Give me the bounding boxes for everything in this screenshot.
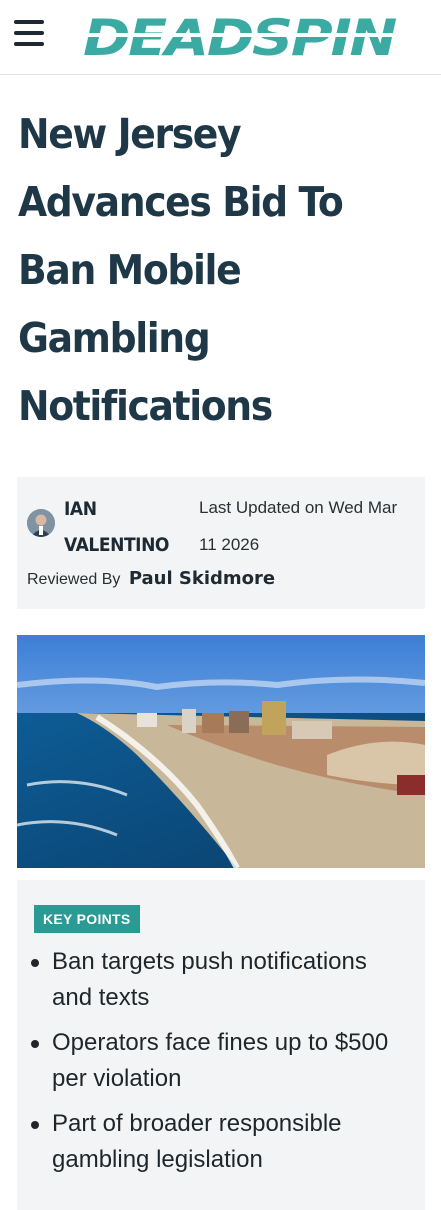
article-headline: New Jersey Advances Bid To Ban Mobile Ga… [18, 110, 344, 430]
menu-bar-bottom [14, 42, 44, 46]
reviewer-name-link[interactable]: Paul Skidmore [129, 568, 275, 589]
logo-text: DEADSPIN [83, 10, 396, 66]
reviewed-by-line: Reviewed By Paul Skidmore [27, 568, 275, 589]
author-avatar[interactable] [27, 509, 55, 537]
top-navigation-bar: DEADSPIN [0, 0, 441, 75]
avatar-image [27, 509, 55, 537]
deadspin-logo[interactable]: DEADSPIN [80, 10, 398, 66]
reviewed-by-label: Reviewed By [27, 571, 121, 588]
hamburger-menu-icon[interactable] [14, 20, 46, 50]
key-point-item: Ban targets push notifications and texts [17, 944, 397, 1016]
author-name-link[interactable]: IAN VALENTINO [64, 491, 181, 563]
menu-bar-middle [14, 31, 44, 35]
key-points-list: Ban targets push notifications and texts… [17, 944, 397, 1187]
hero-image [17, 635, 425, 868]
key-point-item: Part of broader responsible gambling leg… [17, 1106, 397, 1178]
menu-bar-top [14, 20, 44, 24]
byline-panel: IAN VALENTINO Last Updated on Wed Mar 11… [17, 477, 425, 609]
key-points-panel: KEY POINTS Ban targets push notification… [17, 880, 425, 1210]
key-points-badge: KEY POINTS [34, 905, 140, 933]
logo-stripe [84, 33, 394, 37]
last-updated-date: Last Updated on Wed Mar 11 2026 [199, 498, 398, 554]
key-point-item: Operators face fines up to $500 per viol… [17, 1025, 397, 1097]
